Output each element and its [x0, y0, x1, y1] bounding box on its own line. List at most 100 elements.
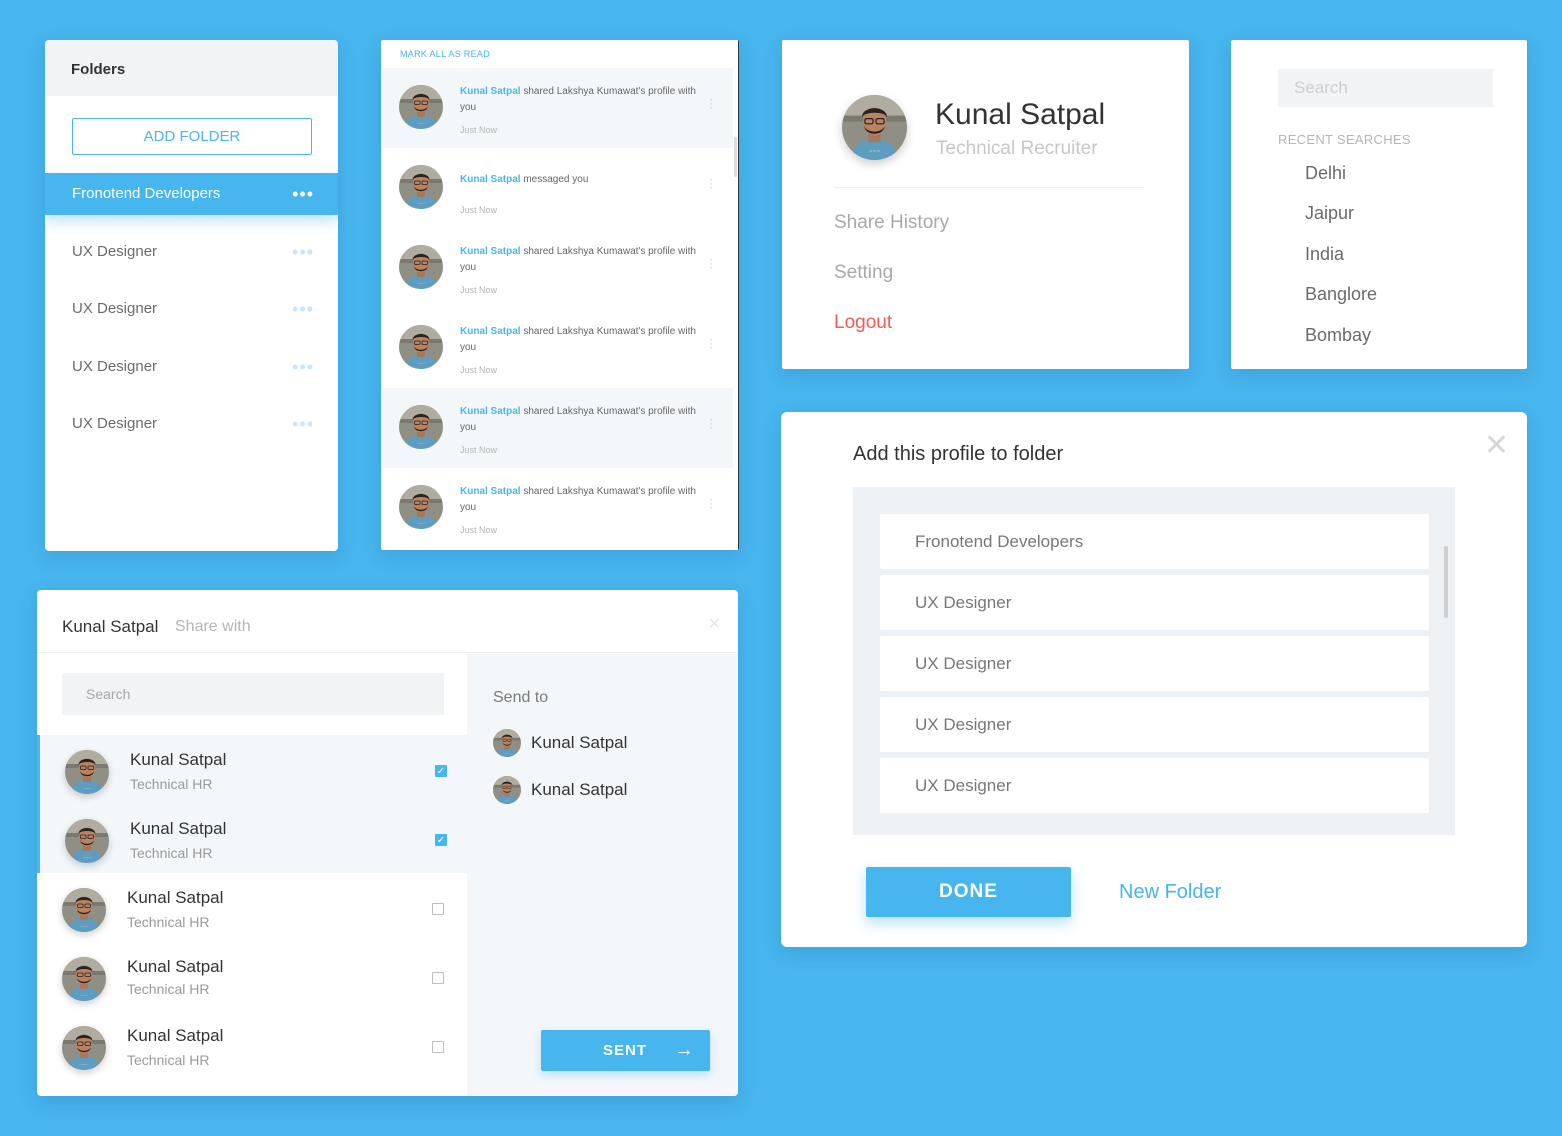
notification-actor[interactable]: Kunal Satpal [460, 326, 521, 337]
folder-label: UX Designer [72, 415, 158, 432]
done-button[interactable]: DONE [866, 867, 1071, 917]
scrollbar[interactable] [734, 137, 737, 177]
folder-label: UX Designer [72, 358, 158, 375]
contact-checkbox[interactable] [435, 834, 447, 846]
avatar [842, 95, 907, 160]
contact-checkbox[interactable] [432, 903, 444, 915]
more-vertical-icon[interactable]: · · · [709, 253, 713, 273]
scrollbar[interactable] [1444, 546, 1448, 618]
recent-search-item[interactable]: Jaipur [1305, 203, 1354, 224]
notification-actor[interactable]: Kunal Satpal [460, 486, 521, 497]
contact-row[interactable]: Kunal Satpal Technical HR [37, 873, 467, 942]
avatar [399, 405, 443, 449]
contact-name: Kunal Satpal [127, 1026, 224, 1045]
folder-label: UX Designer [72, 243, 158, 260]
recent-search-item[interactable]: Delhi [1305, 163, 1346, 184]
more-vertical-icon[interactable]: · · · [709, 333, 713, 353]
contact-row[interactable]: Kunal Satpal Technical HR [37, 942, 467, 1011]
avatar [65, 819, 109, 863]
avatar [493, 729, 521, 757]
recent-search-item[interactable]: India [1305, 244, 1344, 265]
sent-button[interactable]: SENT → [541, 1030, 710, 1071]
notification-time: Just Now [460, 285, 498, 295]
notification-item[interactable]: Kunal Satpal messaged you Just Now · · · [381, 148, 733, 228]
more-vertical-icon[interactable]: · · · [709, 413, 713, 433]
notification-item[interactable]: Kunal Satpal shared Lakshya Kumawat's pr… [381, 68, 733, 148]
recent-search-item[interactable]: Bombay [1305, 325, 1371, 346]
divider [738, 40, 739, 550]
dialog-title: Kunal Satpal [62, 617, 159, 636]
notification-item[interactable]: Kunal Satpal shared Lakshya Kumawat's pr… [381, 468, 733, 548]
search-input[interactable] [62, 673, 444, 715]
add-to-folder-dialog: Add this profile to folder ✕ Fronotend D… [781, 412, 1527, 947]
notification-text: Kunal Satpal shared Lakshya Kumawat's pr… [460, 84, 705, 138]
recent-search-item[interactable]: Banglore [1305, 284, 1377, 305]
menu-item-setting[interactable]: Setting [834, 262, 893, 284]
contact-row[interactable]: Kunal Satpal Technical HR [37, 1011, 467, 1080]
folder-label: Fronotend Developers [72, 185, 221, 202]
notification-actor[interactable]: Kunal Satpal [460, 86, 521, 97]
avatar [493, 776, 521, 804]
folder-option[interactable]: Fronotend Developers [880, 514, 1429, 569]
contact-role: Technical HR [130, 776, 213, 792]
contact-name: Kunal Satpal [127, 888, 224, 907]
mark-all-read-link[interactable]: MARK ALL AS READ [400, 49, 490, 59]
folder-option[interactable]: UX Designer [880, 575, 1429, 630]
recipient-name: Kunal Satpal [531, 780, 628, 799]
avatar [62, 957, 106, 1001]
notification-message: messaged you [520, 174, 589, 185]
divider [834, 187, 1144, 188]
more-horizontal-icon[interactable]: ••• [292, 403, 314, 445]
notification-actor[interactable]: Kunal Satpal [460, 406, 521, 417]
more-vertical-icon[interactable]: · · · [709, 93, 713, 113]
folder-item[interactable]: Fronotend Developers ••• [45, 173, 338, 215]
more-horizontal-icon[interactable]: ••• [292, 288, 314, 330]
recent-searches-title: RECENT SEARCHES [1278, 132, 1411, 147]
more-vertical-icon[interactable]: · · · [709, 493, 713, 513]
search-input[interactable] [1278, 69, 1493, 107]
notifications-panel: MARK ALL AS READ Kunal Satpal shared Lak… [381, 40, 739, 550]
notification-item[interactable]: Kunal Satpal shared Lakshya Kumawat's pr… [381, 228, 733, 308]
notification-text: Kunal Satpal messaged you Just Now [460, 172, 705, 218]
send-to-label: Send to [493, 689, 549, 706]
notification-item[interactable]: Kunal Satpal shared Lakshya Kumawat's pr… [381, 388, 733, 468]
contact-row[interactable]: Kunal Satpal Technical HR [37, 804, 467, 873]
new-folder-link[interactable]: New Folder [1119, 881, 1221, 904]
recipient-name: Kunal Satpal [531, 733, 628, 752]
avatar [62, 1026, 106, 1070]
folder-option[interactable]: UX Designer [880, 636, 1429, 691]
notification-item[interactable]: Kunal Satpal shared Lakshya Kumawat's pr… [381, 308, 733, 388]
sent-button-label: SENT [603, 1042, 648, 1059]
folder-item[interactable]: UX Designer ••• [45, 288, 338, 330]
avatar [399, 85, 443, 129]
arrow-right-icon: → [674, 1039, 695, 1061]
more-vertical-icon[interactable]: · · · [709, 173, 713, 193]
close-icon[interactable]: ✕ [1484, 428, 1509, 463]
contact-checkbox[interactable] [432, 1041, 444, 1053]
folder-item[interactable]: UX Designer ••• [45, 346, 338, 388]
dialog-subtitle: Share with [175, 618, 251, 635]
contact-checkbox[interactable] [435, 765, 447, 777]
menu-item-share-history[interactable]: Share History [834, 212, 949, 234]
menu-item-logout[interactable]: Logout [834, 312, 892, 334]
more-horizontal-icon[interactable]: ••• [292, 231, 314, 273]
contact-name: Kunal Satpal [127, 957, 224, 976]
more-horizontal-icon[interactable]: ••• [292, 173, 314, 215]
notification-time: Just Now [460, 525, 498, 535]
contact-role: Technical HR [130, 845, 213, 861]
folder-item[interactable]: UX Designer ••• [45, 231, 338, 273]
contact-checkbox[interactable] [432, 972, 444, 984]
profile-name: Kunal Satpal [935, 98, 1106, 131]
avatar [399, 165, 443, 209]
folder-item[interactable]: UX Designer ••• [45, 403, 338, 445]
close-icon[interactable]: ✕ [708, 614, 721, 634]
add-folder-button[interactable]: ADD FOLDER [72, 118, 312, 155]
avatar [399, 325, 443, 369]
profile-menu: Kunal Satpal Technical Recruiter Share H… [782, 40, 1189, 369]
notification-actor[interactable]: Kunal Satpal [460, 174, 521, 185]
notification-actor[interactable]: Kunal Satpal [460, 246, 521, 257]
folder-option[interactable]: UX Designer [880, 758, 1429, 813]
folder-option[interactable]: UX Designer [880, 697, 1429, 752]
contact-row[interactable]: Kunal Satpal Technical HR [37, 735, 467, 804]
more-horizontal-icon[interactable]: ••• [292, 346, 314, 388]
